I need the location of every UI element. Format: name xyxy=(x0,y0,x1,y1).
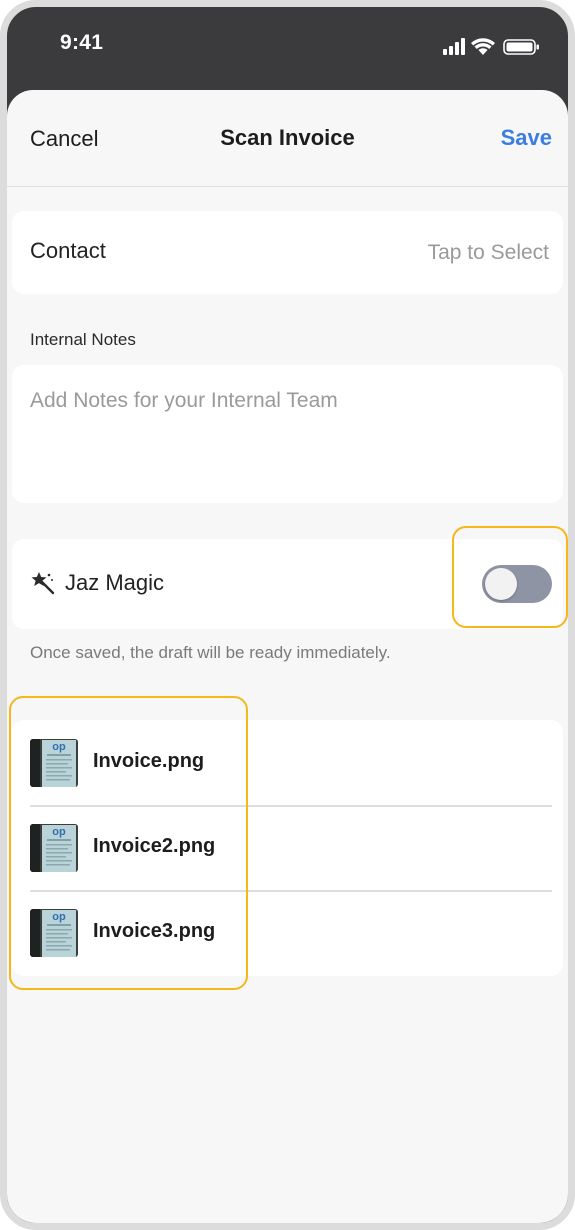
attached-files-list: op Invoice.png op Invoice2.png op Invoic… xyxy=(12,720,563,976)
scan-invoice-sheet: Cancel Scan Invoice Save Contact Tap to … xyxy=(7,90,568,1223)
save-button[interactable]: Save xyxy=(501,125,552,151)
invoice-thumbnail: op xyxy=(30,909,78,957)
status-time: 9:41 xyxy=(60,31,104,54)
status-icons xyxy=(443,37,541,62)
invoice-thumbnail: op xyxy=(30,739,78,787)
jaz-magic-toggle[interactable] xyxy=(482,565,552,603)
internal-notes-input[interactable] xyxy=(30,389,545,479)
toggle-knob xyxy=(485,568,517,600)
file-item[interactable]: op Invoice3.png xyxy=(12,890,563,975)
jaz-magic-label: Jaz Magic xyxy=(65,570,165,595)
file-name: Invoice3.png xyxy=(93,920,216,942)
battery-icon xyxy=(503,39,539,55)
nav-bar: Cancel Scan Invoice Save xyxy=(7,90,568,187)
magic-wand-icon xyxy=(30,570,56,596)
svg-text:op: op xyxy=(52,911,66,923)
contact-row[interactable]: Contact Tap to Select xyxy=(12,211,563,294)
invoice-thumbnail: op xyxy=(30,824,78,872)
wifi-icon xyxy=(471,38,495,55)
phone-frame: 9:41 Cancel Scan Invoice Save Contact Ta… xyxy=(0,0,575,1230)
contact-label: Contact xyxy=(30,238,106,263)
file-item[interactable]: op Invoice2.png xyxy=(12,805,563,890)
file-name: Invoice2.png xyxy=(93,835,216,857)
internal-notes-card xyxy=(12,365,563,503)
contact-select-placeholder[interactable]: Tap to Select xyxy=(428,241,549,265)
cancel-button[interactable]: Cancel xyxy=(30,126,98,152)
file-name: Invoice.png xyxy=(93,750,205,772)
signal-icon xyxy=(443,38,465,55)
jaz-magic-row: Jaz Magic xyxy=(12,539,563,629)
svg-text:op: op xyxy=(52,741,66,753)
svg-text:op: op xyxy=(52,826,66,838)
file-item[interactable]: op Invoice.png xyxy=(12,720,563,805)
internal-notes-label: Internal Notes xyxy=(30,330,136,349)
jaz-magic-helper-text: Once saved, the draft will be ready imme… xyxy=(30,643,391,662)
status-bar: 9:41 xyxy=(7,7,568,97)
